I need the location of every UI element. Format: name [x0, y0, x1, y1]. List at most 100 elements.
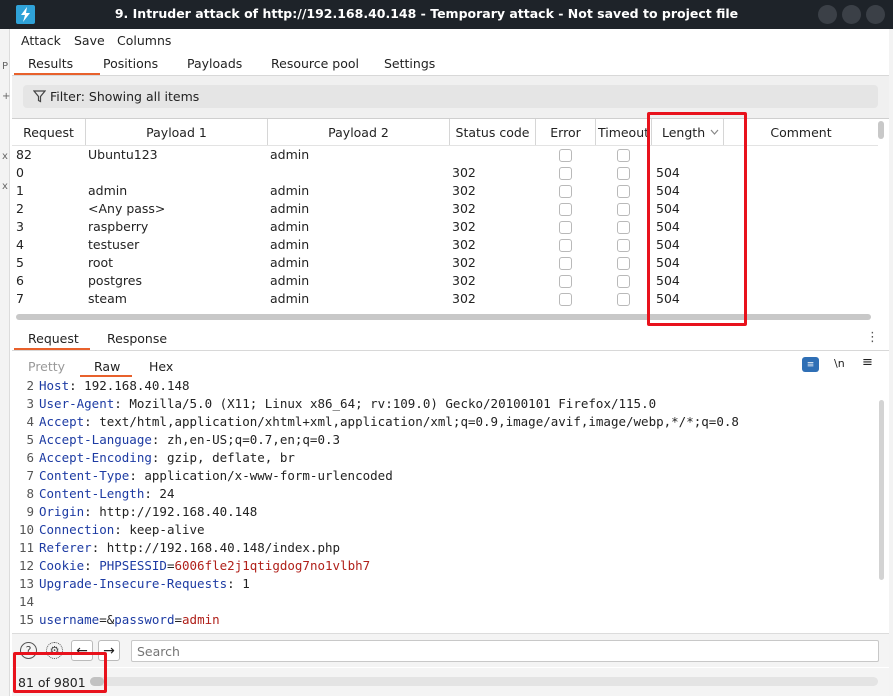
error-checkbox	[559, 293, 572, 306]
cell-payload-1: admin	[88, 183, 128, 198]
right-edge	[889, 29, 893, 696]
header-name: Host	[39, 378, 70, 393]
search-bar: ? ⚙ ← →	[12, 633, 889, 667]
table-row[interactable]: 5 root admin 302 504	[12, 254, 878, 272]
menu-save[interactable]: Save	[74, 33, 105, 48]
length-column-highlight	[647, 112, 747, 326]
cell-payload-1: <Any pass>	[88, 201, 166, 216]
tab-settings[interactable]: Settings	[384, 56, 435, 71]
tab-raw[interactable]: Raw	[94, 359, 120, 374]
more-options-icon[interactable]: ⋮	[866, 330, 879, 345]
line-number: 7	[26, 468, 34, 483]
line-content: Upgrade-Insecure-Requests: 1	[39, 576, 250, 591]
line-content: Content-Type: application/x-www-form-url…	[39, 468, 393, 483]
menu-columns[interactable]: Columns	[117, 33, 171, 48]
col-header-status-code[interactable]: Status code	[450, 119, 536, 145]
line-number: 3	[26, 396, 34, 411]
results-vertical-scrollbar[interactable]	[878, 121, 884, 139]
table-row[interactable]: 6 postgres admin 302 504	[12, 272, 878, 290]
col-header-payload-1[interactable]: Payload 1	[86, 119, 268, 145]
col-header-timeout[interactable]: Timeout	[596, 119, 652, 145]
tab-results[interactable]: Results	[28, 56, 73, 71]
cell-request: 4	[16, 237, 24, 252]
editor-scrollbar[interactable]	[879, 400, 884, 580]
col-header-error[interactable]: Error	[536, 119, 596, 145]
filter-area: Filter: Showing all items	[12, 76, 889, 118]
tab-request[interactable]: Request	[28, 331, 79, 346]
cell-payload-2: admin	[270, 291, 310, 306]
cookie-name: PHPSESSID	[99, 558, 167, 573]
strip-char: x	[2, 151, 8, 162]
search-input[interactable]	[131, 640, 879, 662]
line-content: Accept: text/html,application/xhtml+xml,…	[39, 414, 739, 429]
cell-request: 5	[16, 255, 24, 270]
table-row[interactable]: 82 Ubuntu123 admin	[12, 146, 878, 164]
timeout-checkbox	[617, 293, 630, 306]
timeout-checkbox	[617, 257, 630, 270]
col-header-payload-2[interactable]: Payload 2	[268, 119, 450, 145]
cell-request: 0	[16, 165, 24, 180]
line-content: Connection: keep-alive	[39, 522, 205, 537]
col-header-request[interactable]: Request	[12, 119, 86, 145]
header-value: application/x-www-form-urlencoded	[136, 468, 393, 483]
tab-payloads[interactable]: Payloads	[187, 56, 242, 71]
minimize-button[interactable]	[818, 5, 837, 24]
timeout-checkbox	[617, 167, 630, 180]
line-content: Origin: http://192.168.40.148	[39, 504, 258, 519]
wrap-lines-icon[interactable]: ≡	[802, 357, 819, 372]
tab-pretty[interactable]: Pretty	[28, 359, 65, 374]
error-checkbox	[559, 149, 572, 162]
menu-attack[interactable]: Attack	[21, 33, 61, 48]
cell-status-code: 302	[452, 201, 476, 216]
header-name: Content-Length	[39, 486, 145, 501]
line-number: 14	[18, 594, 34, 609]
cell-payload-2: admin	[270, 201, 310, 216]
line-content: User-Agent: Mozilla/5.0 (X11; Linux x86_…	[39, 396, 657, 411]
header-name: Cookie	[39, 558, 85, 573]
tab-response[interactable]: Response	[107, 331, 167, 346]
cell-status-code: 302	[452, 183, 476, 198]
active-tab-indicator	[14, 73, 100, 75]
line-number: 5	[26, 432, 34, 447]
table-row[interactable]: 3 raspberry admin 302 504	[12, 218, 878, 236]
table-row[interactable]: 4 testuser admin 302 504	[12, 236, 878, 254]
window-title: 9. Intruder attack of http://192.168.40.…	[114, 6, 739, 21]
table-row[interactable]: 2 <Any pass> admin 302 504	[12, 200, 878, 218]
hamburger-icon[interactable]: ≡	[862, 355, 873, 370]
line-number: 2	[26, 378, 34, 393]
header-name: Content-Type	[39, 468, 130, 483]
tab-hex[interactable]: Hex	[149, 359, 173, 374]
line-number: 13	[18, 576, 34, 591]
header-value: zh,en-US;q=0.7,en;q=0.3	[159, 432, 341, 447]
results-table: Request Payload 1 Payload 2 Status code …	[12, 118, 889, 322]
param-password: password	[114, 612, 175, 627]
table-row[interactable]: 7 steam admin 302 504	[12, 290, 878, 308]
filter-bar[interactable]: Filter: Showing all items	[23, 85, 878, 108]
line-number: 9	[26, 504, 34, 519]
filter-text: Filter: Showing all items	[50, 89, 200, 104]
header-value: text/html,application/xhtml+xml,applicat…	[91, 414, 739, 429]
request-editor[interactable]: 2 Host: 192.168.40.148 3 User-Agent: Mozill…	[12, 377, 889, 631]
tab-resource-pool[interactable]: Resource pool	[271, 56, 359, 71]
col-header-comment[interactable]: Comment	[724, 119, 878, 145]
line-content: Referer: http://192.168.40.148/index.php	[39, 540, 341, 555]
header-name: Accept	[39, 414, 85, 429]
header-value: Mozilla/5.0 (X11; Linux x86_64; rv:109.0…	[121, 396, 657, 411]
tab-positions[interactable]: Positions	[103, 56, 158, 71]
header-name: Accept-Language	[39, 432, 152, 447]
cell-payload-2: admin	[270, 219, 310, 234]
table-row[interactable]: 0 302 504	[12, 164, 878, 182]
cell-payload-2: admin	[270, 147, 310, 162]
line-content: Host: 192.168.40.148	[39, 378, 190, 393]
close-button[interactable]	[866, 5, 885, 24]
line-content: Accept-Encoding: gzip, deflate, br	[39, 450, 295, 465]
header-name: Accept-Encoding	[39, 450, 152, 465]
error-checkbox	[559, 221, 572, 234]
maximize-button[interactable]	[842, 5, 861, 24]
table-row[interactable]: 1 admin admin 302 504	[12, 182, 878, 200]
error-checkbox	[559, 167, 572, 180]
active-message-tab-indicator	[14, 348, 90, 350]
counter-highlight	[13, 652, 107, 693]
newline-toggle-button[interactable]: \n	[834, 357, 845, 370]
line-content: Accept-Language: zh,en-US;q=0.7,en;q=0.3	[39, 432, 341, 447]
